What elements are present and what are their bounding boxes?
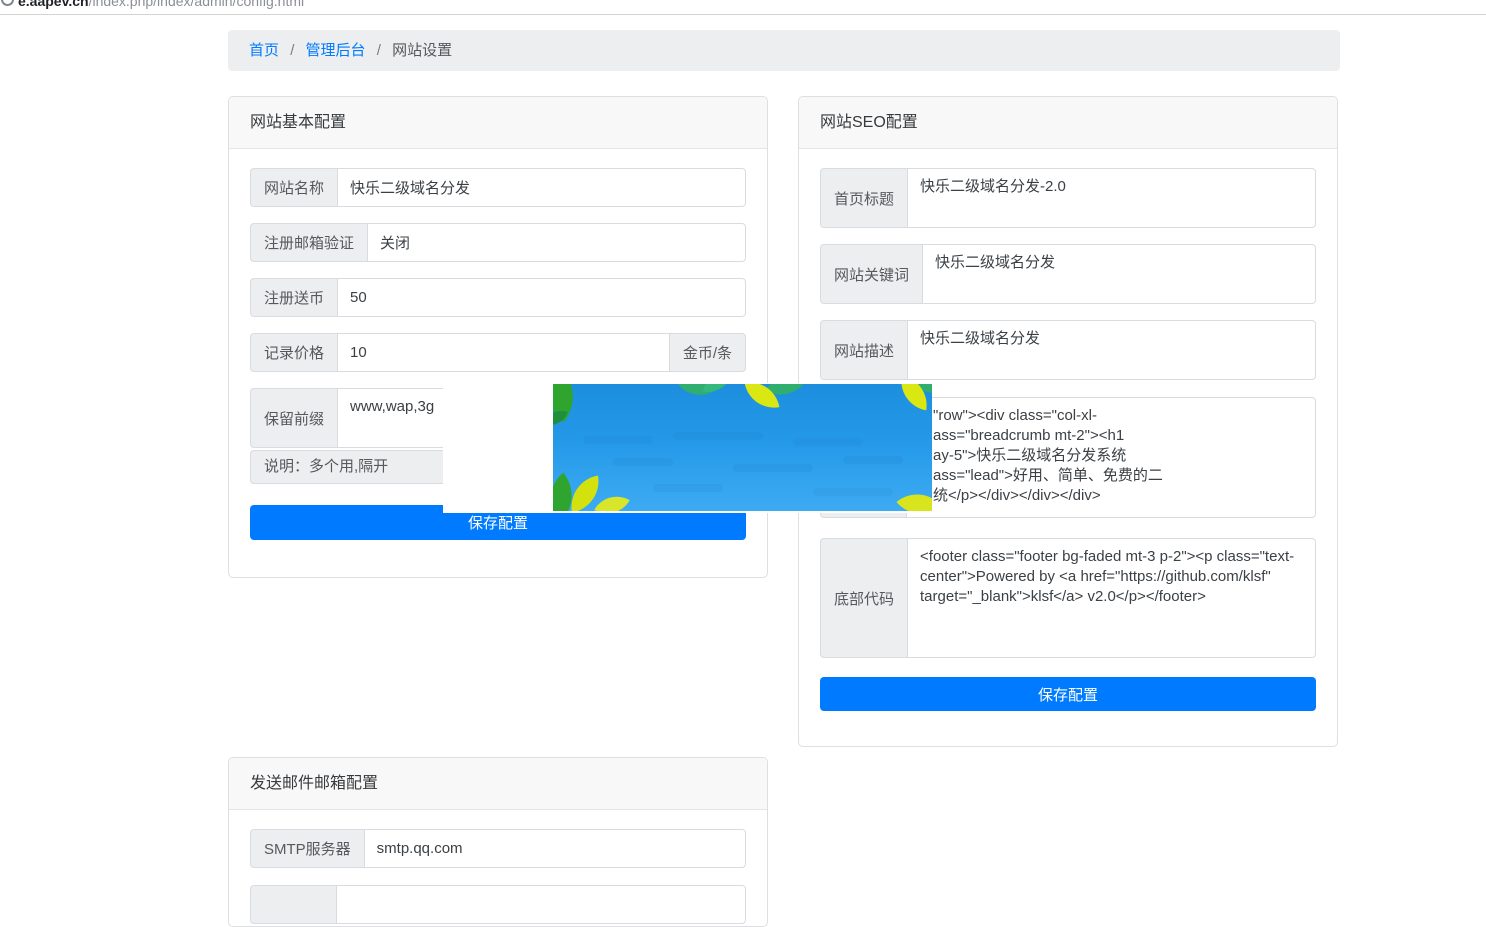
smtp-partial-row — [250, 885, 746, 924]
register-coins-input[interactable] — [337, 278, 746, 317]
record-price-unit-suffix: 金币/条 — [670, 333, 746, 372]
site-name-input[interactable] — [337, 168, 746, 207]
record-price-input[interactable] — [337, 333, 670, 372]
breadcrumb-separator: / — [290, 42, 294, 59]
site-info-icon[interactable] — [1, 0, 14, 6]
site-keywords-label: 网站关键词 — [820, 244, 922, 304]
smtp-partial-label — [250, 885, 336, 924]
email-verify-label: 注册邮箱验证 — [250, 223, 367, 262]
record-price-label: 记录价格 — [250, 333, 337, 372]
sky-leaves-banner-image — [553, 384, 932, 511]
email-config-card: 发送邮件邮箱配置 SMTP服务器 — [228, 757, 768, 927]
smtp-server-row: SMTP服务器 — [250, 829, 746, 868]
basic-config-card-title: 网站基本配置 — [229, 97, 767, 149]
breadcrumb: 首页 / 管理后台 / 网站设置 — [228, 30, 1340, 71]
smtp-partial-input[interactable] — [336, 885, 746, 924]
footer-code-textarea[interactable]: <footer class="footer bg-faded mt-3 p-2"… — [907, 538, 1316, 658]
breadcrumb-separator: / — [377, 42, 381, 59]
reserved-prefix-label: 保留前缀 — [250, 388, 337, 448]
url-domain: e.aapev.cn — [18, 0, 89, 9]
email-verify-row: 注册邮箱验证 — [250, 223, 746, 262]
register-coins-row: 注册送币 — [250, 278, 746, 317]
breadcrumb-home-link[interactable]: 首页 — [249, 42, 279, 59]
email-verify-input[interactable] — [367, 223, 746, 262]
breadcrumb-current-page: 网站设置 — [392, 42, 452, 59]
site-name-label: 网站名称 — [250, 168, 337, 207]
smtp-server-input[interactable] — [364, 829, 746, 868]
header-code-textarea[interactable]: "row"><div class="col-xl- ass="breadcrum… — [906, 397, 1316, 518]
seo-config-card-title: 网站SEO配置 — [799, 97, 1337, 149]
breadcrumb-admin-link[interactable]: 管理后台 — [306, 42, 366, 59]
site-description-label: 网站描述 — [820, 320, 907, 380]
leaf-icon — [594, 487, 630, 511]
site-description-textarea[interactable]: 快乐二级域名分发 — [907, 320, 1316, 380]
site-name-row: 网站名称 — [250, 168, 746, 207]
footer-code-row: 底部代码 <footer class="footer bg-faded mt-3… — [820, 538, 1316, 658]
site-keywords-textarea[interactable]: 快乐二级域名分发 — [922, 244, 1316, 304]
record-price-row: 记录价格 金币/条 — [250, 333, 746, 372]
footer-code-label: 底部代码 — [820, 538, 907, 658]
email-config-card-title: 发送邮件邮箱配置 — [229, 758, 767, 810]
site-description-row: 网站描述 快乐二级域名分发 — [820, 320, 1316, 380]
url-path: /index.php/index/admin/config.html — [89, 0, 305, 9]
browser-address-bar[interactable]: e.aapev.cn/index.php/index/admin/config.… — [0, 0, 1486, 15]
home-title-textarea[interactable]: 快乐二级域名分发-2.0 — [907, 168, 1316, 228]
site-keywords-row: 网站关键词 快乐二级域名分发 — [820, 244, 1316, 304]
home-title-label: 首页标题 — [820, 168, 907, 228]
seo-save-button[interactable]: 保存配置 — [820, 677, 1316, 711]
smtp-server-label: SMTP服务器 — [250, 829, 364, 868]
leaf-icon — [703, 384, 733, 396]
leaf-icon — [896, 481, 932, 511]
page-url: e.aapev.cn/index.php/index/admin/config.… — [18, 0, 304, 9]
home-title-row: 首页标题 快乐二级域名分发-2.0 — [820, 168, 1316, 228]
floating-overlay — [443, 383, 932, 513]
register-coins-label: 注册送币 — [250, 278, 337, 317]
